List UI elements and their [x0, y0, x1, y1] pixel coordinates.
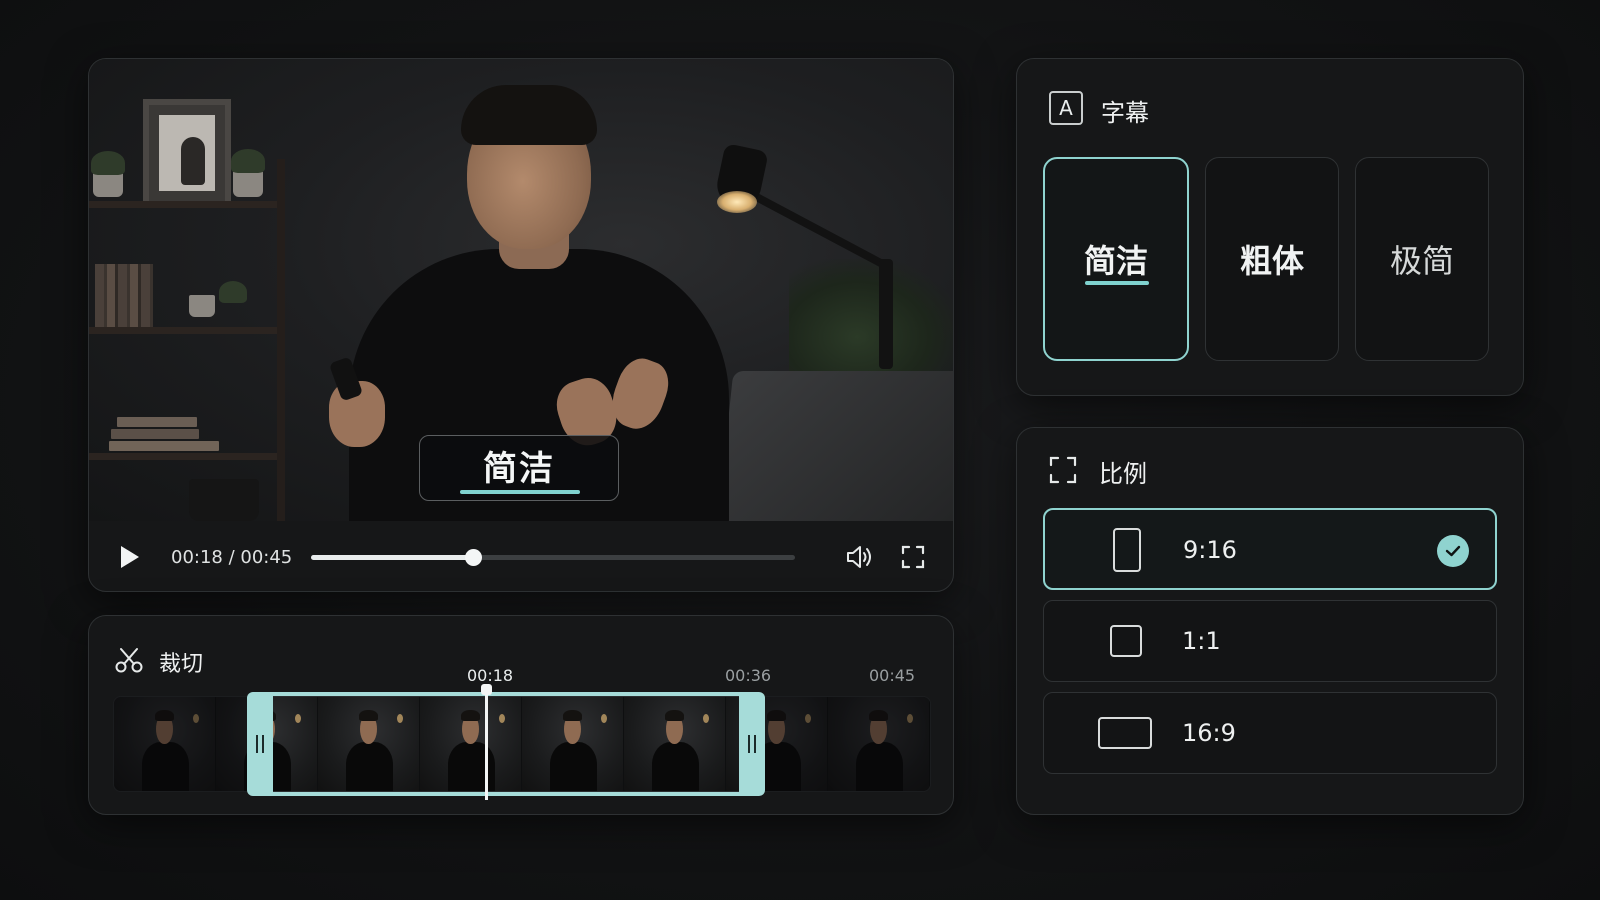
- ratio-option-16-9[interactable]: 16:9: [1043, 692, 1497, 774]
- trim-out-region: [765, 696, 931, 792]
- bookshelf: [89, 59, 289, 521]
- portrait-icon: [1113, 528, 1141, 572]
- volume-icon: [847, 546, 871, 568]
- check-icon: [1437, 535, 1469, 567]
- ratio-option-1-1[interactable]: 1:1: [1043, 600, 1497, 682]
- caption-underline: [460, 490, 580, 494]
- trim-selection[interactable]: [247, 692, 765, 796]
- laptop: [716, 371, 953, 521]
- playhead[interactable]: [481, 684, 492, 800]
- caption-preview: 简洁: [419, 435, 619, 501]
- tick-label: 00:45: [869, 666, 916, 685]
- trim-out-region: [113, 696, 247, 792]
- volume-button[interactable]: [845, 543, 875, 571]
- trim-handle-start[interactable]: [247, 692, 273, 796]
- style-label: 极简: [1389, 242, 1454, 280]
- tick-label: 00:36: [725, 666, 772, 685]
- plant: [789, 259, 953, 389]
- style-card-minimal[interactable]: 极简: [1355, 157, 1489, 361]
- square-icon: [1110, 625, 1142, 657]
- ratio-panel: 比例 9:16 1:1 16:9: [1016, 427, 1524, 815]
- style-label: 粗体: [1239, 242, 1304, 280]
- mug: [189, 479, 259, 521]
- picture-frame: [143, 99, 231, 207]
- fullscreen-icon: [901, 545, 925, 569]
- progress-fill: [311, 555, 474, 560]
- fullscreen-button[interactable]: [899, 543, 927, 571]
- aspect-ratio-icon: [1049, 456, 1077, 484]
- play-button[interactable]: [117, 543, 143, 571]
- style-underline: [1085, 281, 1149, 285]
- video-frame[interactable]: 简洁: [89, 59, 953, 521]
- trim-handle-end[interactable]: [739, 692, 765, 796]
- ratio-label: 16:9: [1182, 719, 1236, 747]
- progress-bar[interactable]: [311, 549, 795, 566]
- time-label: 00:18 / 00:45: [171, 547, 293, 568]
- tick-label: 00:18: [467, 666, 514, 685]
- trim-title: 裁切: [159, 652, 204, 677]
- ratio-label: 9:16: [1183, 536, 1237, 564]
- subtitle-panel: A 字幕 简洁 粗体 极简: [1016, 58, 1524, 396]
- scissors-icon: [115, 646, 143, 674]
- subtitle-title: 字幕: [1101, 99, 1149, 127]
- ratio-title: 比例: [1099, 460, 1147, 488]
- trim-panel: 裁切 00:18 00:36 00:45: [88, 615, 954, 815]
- ratio-label: 1:1: [1182, 627, 1221, 655]
- style-label: 简洁: [1083, 242, 1148, 280]
- caption-preview-text: 简洁: [483, 448, 555, 489]
- video-player: 简洁 00:18 / 00:45: [88, 58, 954, 592]
- play-icon: [121, 546, 139, 568]
- style-card-concise[interactable]: 简洁: [1043, 157, 1189, 361]
- progress-thumb[interactable]: [465, 549, 483, 566]
- landscape-icon: [1098, 717, 1152, 749]
- ratio-option-9-16[interactable]: 9:16: [1043, 508, 1497, 590]
- style-card-bold[interactable]: 粗体: [1205, 157, 1339, 361]
- subtitle-icon: A: [1049, 91, 1083, 125]
- player-controls: 00:18 / 00:45: [89, 521, 953, 591]
